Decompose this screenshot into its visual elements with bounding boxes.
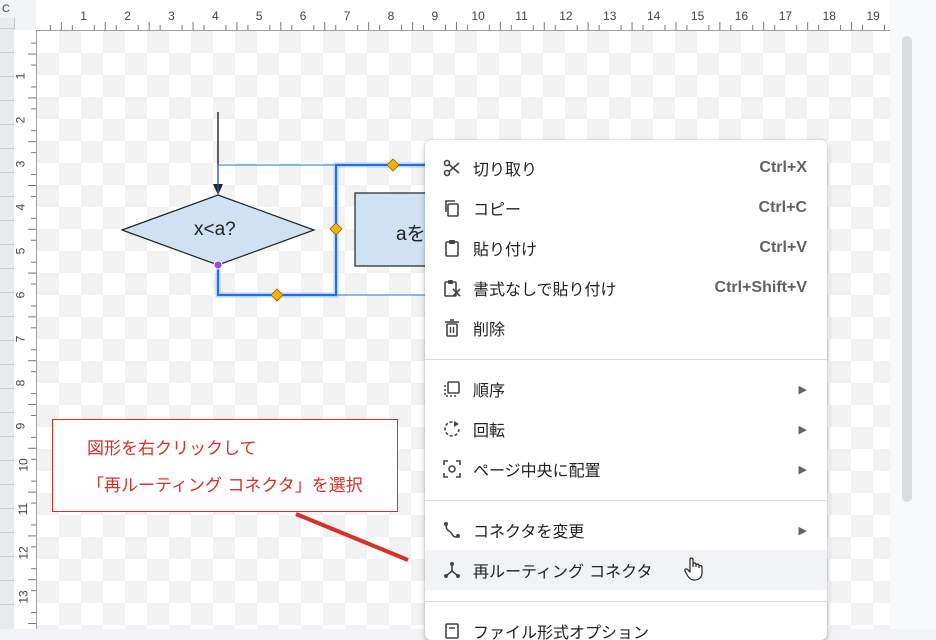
- menu-item-label: 順序: [473, 381, 506, 400]
- callout-line-1: 図形を右クリックして: [87, 439, 257, 459]
- menu-item-label: 回転: [473, 421, 506, 440]
- decision-label: x<a?: [194, 219, 236, 240]
- menu-item-label: 再ルーティング コネクタ: [473, 562, 653, 581]
- menu-item-shortcut: Ctrl+X: [759, 159, 807, 176]
- order-icon: [441, 378, 463, 400]
- rotate-icon: [441, 418, 463, 440]
- callout-line-2: 「再ルーティング コネクタ」を選択: [87, 476, 363, 496]
- menu-item-paste[interactable]: 貼り付け Ctrl+V: [425, 228, 827, 268]
- menu-item-shortcut: Ctrl+V: [759, 239, 807, 256]
- menu-item-shortcut: Ctrl+Shift+V: [714, 279, 807, 296]
- menu-item-delete[interactable]: 削除: [425, 308, 827, 348]
- instruction-callout: 図形を右クリックして 「再ルーティング コネクタ」を選択: [52, 419, 398, 512]
- menu-item-label: コネクタを変更: [473, 522, 585, 541]
- format-icon: [441, 620, 463, 640]
- menu-item-label: 貼り付け: [473, 240, 538, 259]
- trash-icon: [441, 317, 463, 339]
- connector-start-handle[interactable]: [213, 260, 223, 270]
- submenu-arrow-icon: ▶: [798, 523, 807, 537]
- scissors-icon: [441, 157, 463, 179]
- submenu-arrow-icon: ▶: [798, 382, 807, 396]
- menu-item-label: 削除: [473, 320, 506, 339]
- vertical-scrollbar[interactable]: [902, 36, 912, 502]
- hand-cursor-icon: [684, 557, 703, 581]
- menu-item-file-format-options[interactable]: ファイル形式オプション: [425, 611, 827, 640]
- submenu-arrow-icon: ▶: [798, 462, 807, 476]
- menu-divider: [425, 500, 827, 501]
- menu-divider: [425, 359, 827, 360]
- menu-item-label: ファイル形式オプション: [473, 623, 650, 640]
- callout-pointer: [295, 512, 409, 562]
- menu-item-label: 切り取り: [473, 160, 538, 179]
- menu-divider: [425, 601, 827, 602]
- menu-item-rotate[interactable]: 回転 ▶: [425, 409, 827, 449]
- connector-icon: [441, 519, 463, 541]
- process-label: aを: [396, 224, 426, 245]
- menu-item-label: コピー: [473, 200, 522, 219]
- menu-item-paste-plain[interactable]: 書式なしで貼り付け Ctrl+Shift+V: [425, 268, 827, 308]
- connector-adjust-handle[interactable]: [270, 288, 284, 302]
- menu-item-label: ページ中央に配置: [473, 461, 601, 480]
- copy-icon: [441, 197, 463, 219]
- menu-item-reroute-connector[interactable]: 再ルーティング コネクタ: [425, 550, 827, 590]
- menu-item-copy[interactable]: コピー Ctrl+C: [425, 188, 827, 228]
- menu-item-center-on-page[interactable]: ページ中央に配置 ▶: [425, 449, 827, 489]
- submenu-arrow-icon: ▶: [798, 422, 807, 436]
- menu-item-change-connector[interactable]: コネクタを変更 ▶: [425, 510, 827, 550]
- center-icon: [441, 458, 463, 480]
- menu-item-label: 書式なしで貼り付け: [473, 280, 617, 299]
- right-scroll-area: [890, 0, 936, 629]
- connector-adjust-handle[interactable]: [329, 222, 343, 236]
- connector-adjust-handle[interactable]: [386, 158, 400, 172]
- menu-item-shortcut: Ctrl+C: [758, 199, 807, 216]
- clipboard-plain-icon: [441, 277, 463, 299]
- context-menu: 切り取り Ctrl+X コピー Ctrl+C 貼り付け Ctrl+V 書式なしで…: [425, 140, 827, 640]
- clipboard-icon: [441, 237, 463, 259]
- menu-item-order[interactable]: 順序 ▶: [425, 369, 827, 409]
- menu-item-cut[interactable]: 切り取り Ctrl+X: [425, 148, 827, 188]
- reroute-icon: [441, 559, 463, 581]
